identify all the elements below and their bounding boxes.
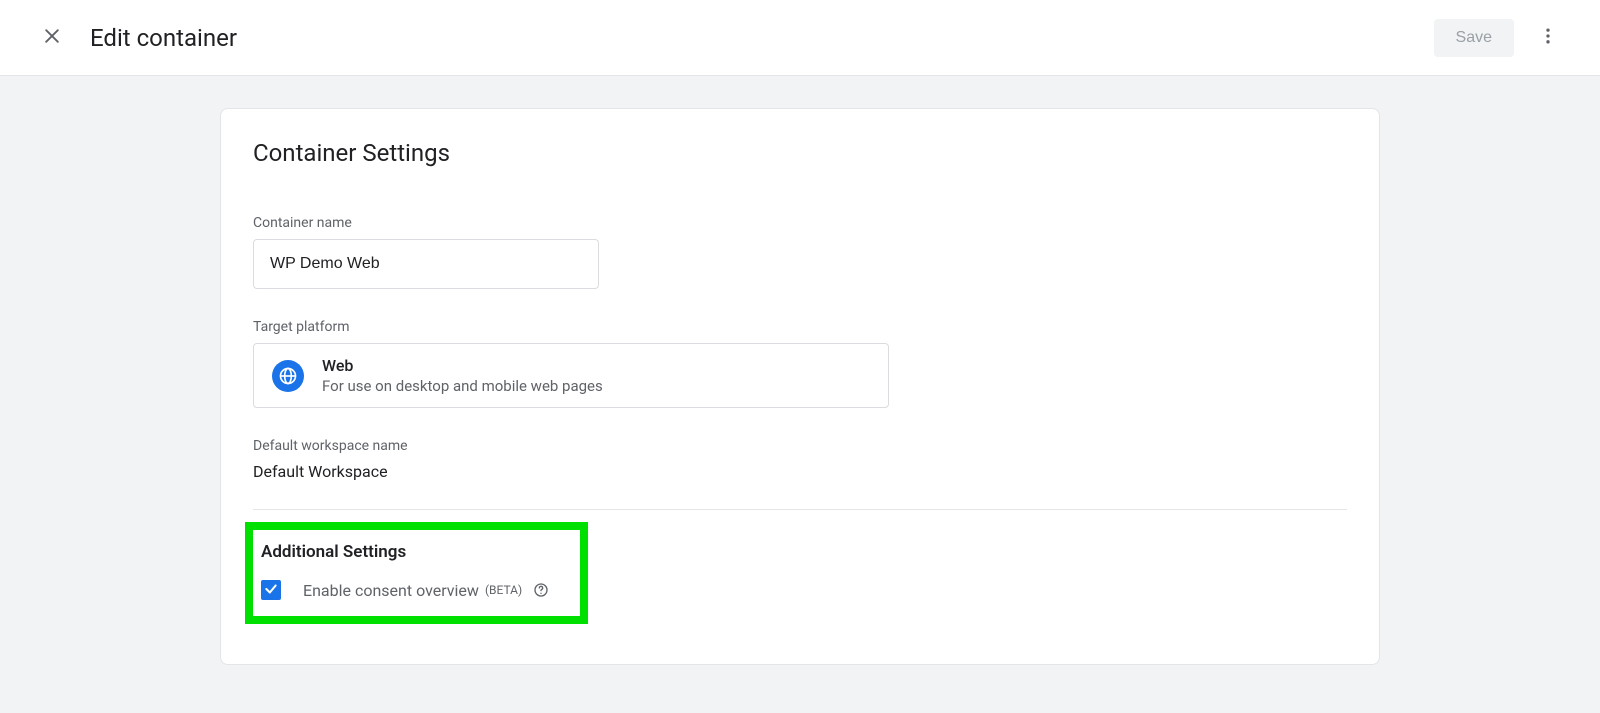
globe-icon <box>272 360 304 392</box>
dialog-title: Edit container <box>90 24 1434 52</box>
more-vertical-icon <box>1538 26 1558 50</box>
label-container-name: Container name <box>253 215 1347 231</box>
additional-settings-highlight: Additional Settings Enable consent overv… <box>245 522 588 624</box>
platform-description: For use on desktop and mobile web pages <box>322 377 603 395</box>
consent-overview-row: Enable consent overview (BETA) <box>257 580 550 600</box>
close-icon <box>42 26 62 50</box>
section-title-additional-settings: Additional Settings <box>257 542 550 562</box>
section-divider <box>253 509 1347 510</box>
settings-card: Container Settings Container name Target… <box>220 108 1380 665</box>
close-button[interactable] <box>32 18 72 58</box>
consent-label-group: Enable consent overview (BETA) <box>303 581 550 600</box>
container-name-input[interactable] <box>253 239 599 289</box>
help-icon[interactable] <box>532 581 550 599</box>
dialog-header: Edit container Save <box>0 0 1600 76</box>
beta-badge: (BETA) <box>485 583 522 597</box>
consent-overview-checkbox[interactable] <box>261 580 281 600</box>
target-platform-row: Web For use on desktop and mobile web pa… <box>253 343 889 408</box>
dialog-body: Container Settings Container name Target… <box>0 76 1600 665</box>
save-button[interactable]: Save <box>1434 19 1514 57</box>
check-icon <box>264 581 278 600</box>
section-title-container-settings: Container Settings <box>253 139 1347 167</box>
platform-name: Web <box>322 356 603 375</box>
platform-text: Web For use on desktop and mobile web pa… <box>322 356 603 395</box>
label-default-workspace: Default workspace name <box>253 438 1347 454</box>
more-options-button[interactable] <box>1528 18 1568 58</box>
default-workspace-value: Default Workspace <box>253 462 1347 481</box>
label-target-platform: Target platform <box>253 319 1347 335</box>
consent-overview-label: Enable consent overview <box>303 581 479 600</box>
